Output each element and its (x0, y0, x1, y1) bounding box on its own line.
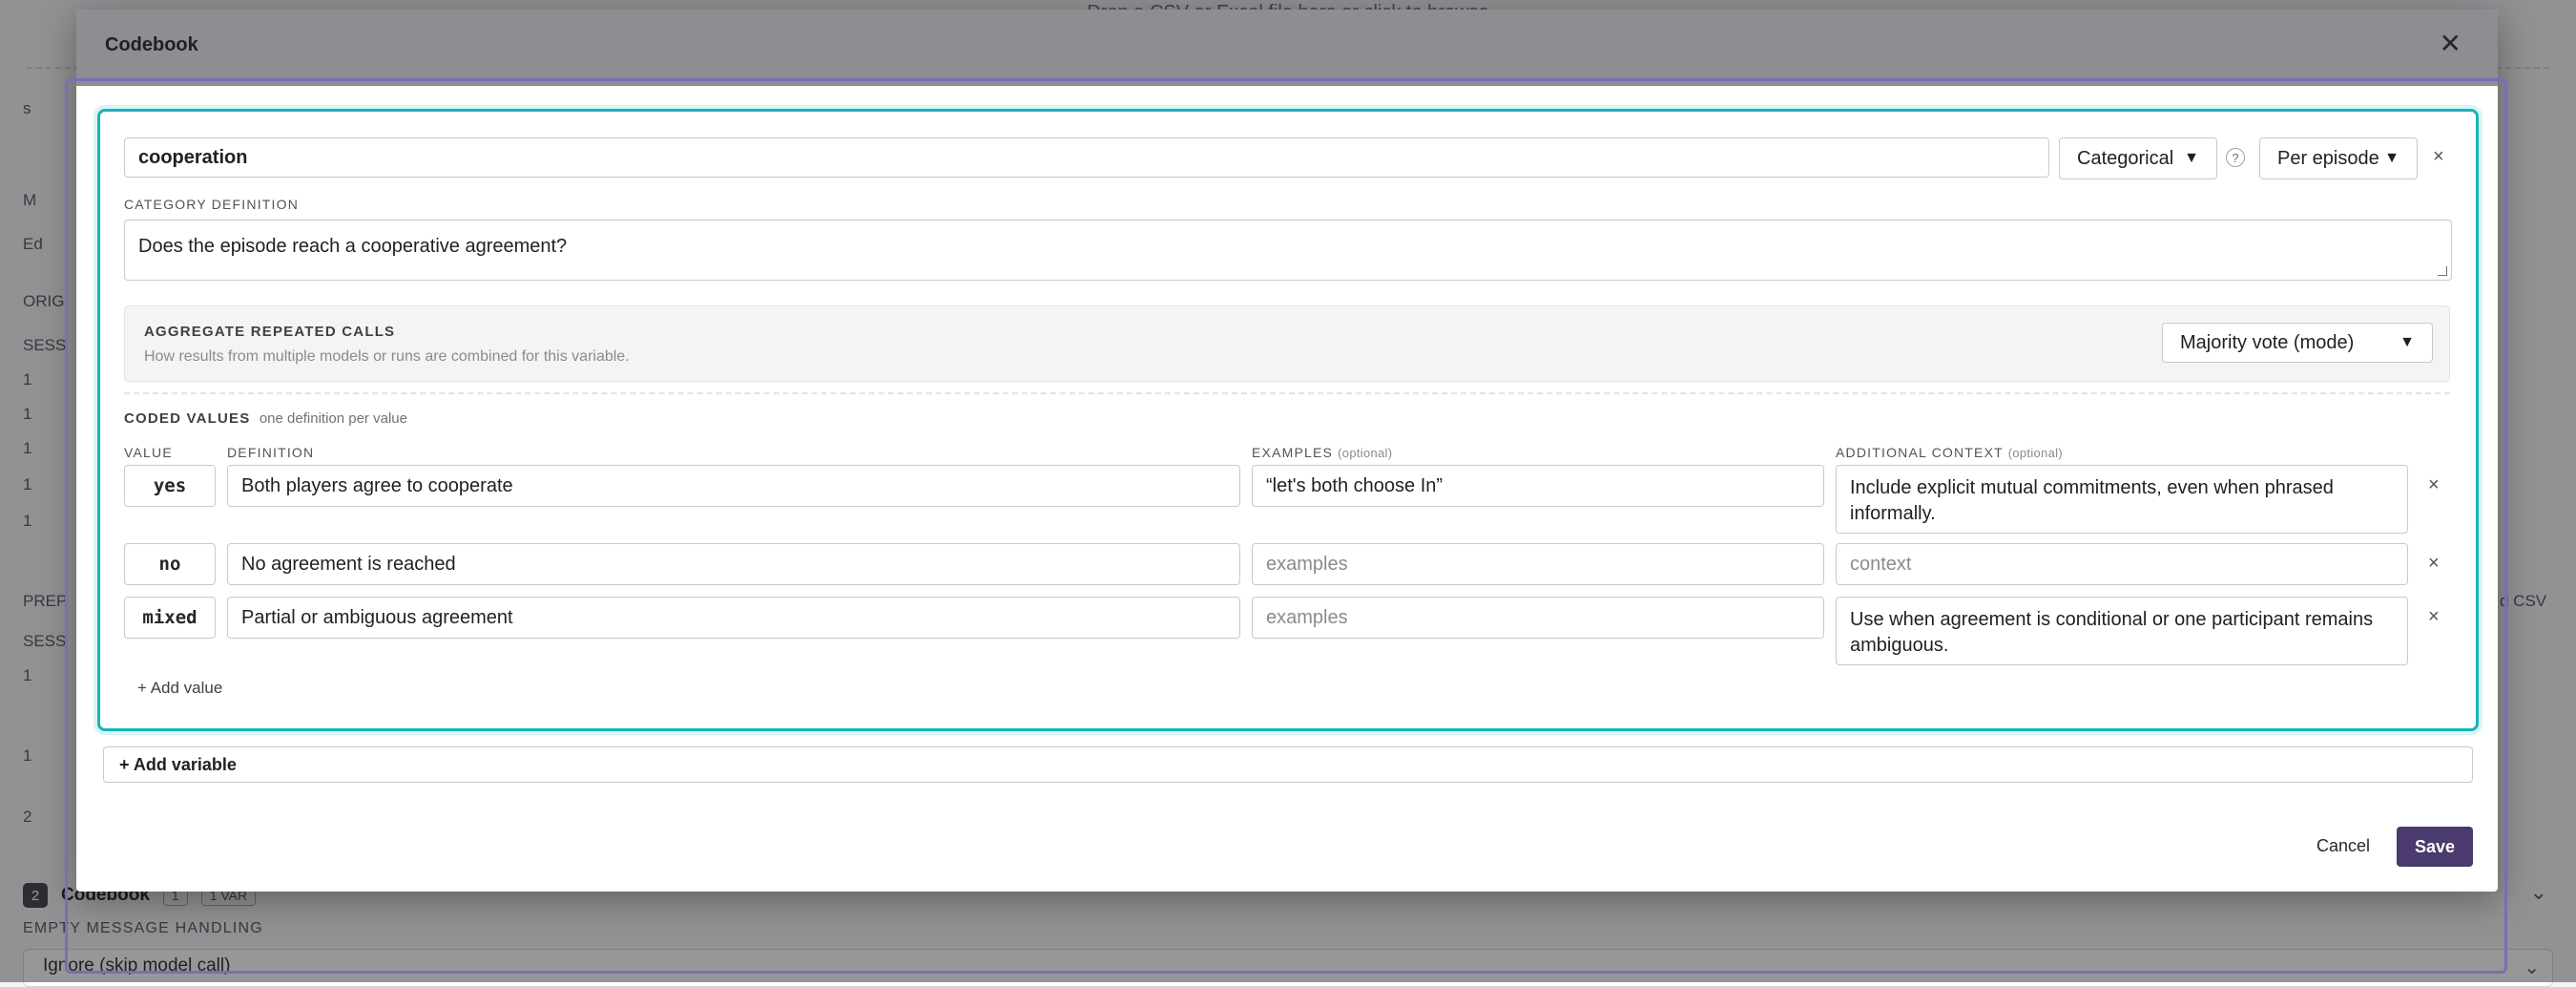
value-examples-input[interactable]: examples (1252, 543, 1824, 585)
value-examples-input[interactable]: “let's both choose In” (1252, 465, 1824, 507)
column-header-context: ADDITIONAL CONTEXT (optional) (1836, 445, 2063, 460)
value-context-textarea[interactable]: Include explicit mutual commitments, eve… (1836, 465, 2408, 534)
value-code-mixed[interactable]: mixed (124, 597, 216, 639)
aggregate-title: AGGREGATE REPEATED CALLS (144, 324, 396, 340)
add-value-button[interactable]: + Add value (137, 679, 222, 698)
value-code-no[interactable]: no (124, 543, 216, 585)
value-context-textarea[interactable]: Use when agreement is conditional or one… (1836, 597, 2408, 665)
variable-name-input[interactable]: cooperation (124, 137, 2049, 178)
cancel-button[interactable]: Cancel (2299, 829, 2387, 863)
modal-title: Codebook (105, 34, 198, 55)
variable-type-select[interactable]: Categorical ▼ (2059, 137, 2217, 179)
value-code-yes[interactable]: yes (124, 465, 216, 507)
remove-value-icon[interactable]: × (2428, 607, 2440, 626)
value-context-input[interactable]: context (1836, 543, 2408, 585)
add-variable-button[interactable]: + Add variable (103, 746, 2473, 783)
column-header-value: VALUE (124, 445, 173, 460)
variable-scope-select[interactable]: Per episode ▼ (2259, 137, 2418, 179)
help-icon[interactable]: ? (2226, 148, 2245, 167)
aggregate-subtitle: How results from multiple models or runs… (144, 348, 630, 365)
aggregate-method-select[interactable]: Majority vote (mode) ▼ (2162, 323, 2433, 363)
category-definition-label: CATEGORY DEFINITION (124, 197, 300, 212)
category-definition-text: Does the episode reach a cooperative agr… (138, 236, 568, 257)
chevron-down-icon: ▼ (2184, 150, 2199, 166)
context-header-text: ADDITIONAL CONTEXT (1836, 445, 2004, 460)
context-optional-note: (optional) (2007, 446, 2063, 460)
variable-type-value: Categorical (2077, 147, 2174, 169)
value-examples-input[interactable]: examples (1252, 597, 1824, 639)
aggregate-method-value: Majority vote (mode) (2180, 331, 2355, 353)
examples-optional-note: (optional) (1338, 446, 1393, 460)
variable-scope-value: Per episode (2277, 147, 2379, 169)
save-button[interactable]: Save (2397, 827, 2473, 867)
resize-handle-icon[interactable] (2438, 266, 2447, 276)
remove-value-icon[interactable]: × (2428, 475, 2440, 494)
column-header-examples: EXAMPLES (optional) (1252, 445, 1392, 460)
section-divider (124, 392, 2450, 394)
column-header-definition: DEFINITION (227, 445, 315, 460)
modal-header: Codebook ✕ (76, 10, 2498, 86)
coded-values-hint: one definition per value (259, 410, 407, 427)
aggregate-panel: AGGREGATE REPEATED CALLS How results fro… (124, 305, 2450, 382)
close-icon[interactable]: ✕ (2440, 31, 2462, 57)
value-definition-input[interactable]: Both players agree to cooperate (227, 465, 1240, 507)
coded-values-heading: CODED VALUES one definition per value (124, 410, 407, 427)
chevron-down-icon: ▼ (2399, 334, 2415, 350)
value-definition-input[interactable]: Partial or ambiguous agreement (227, 597, 1240, 639)
remove-variable-icon[interactable]: × (2433, 147, 2444, 166)
remove-value-icon[interactable]: × (2428, 554, 2440, 573)
category-definition-textarea[interactable]: Does the episode reach a cooperative agr… (124, 220, 2452, 281)
value-definition-input[interactable]: No agreement is reached (227, 543, 1240, 585)
examples-header-text: EXAMPLES (1252, 445, 1334, 460)
chevron-down-icon: ▼ (2384, 150, 2399, 166)
coded-values-title: CODED VALUES (124, 410, 251, 427)
